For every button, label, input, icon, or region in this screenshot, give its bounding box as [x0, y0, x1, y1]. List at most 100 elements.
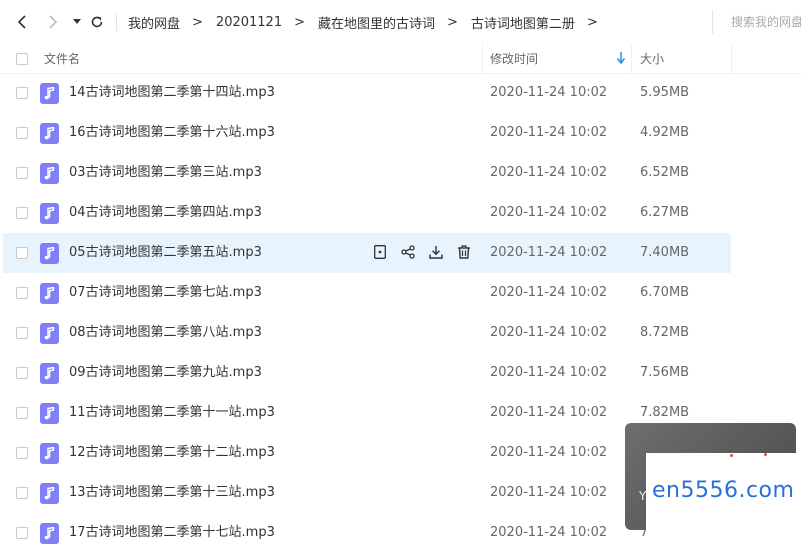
file-size: 6.27MB: [640, 205, 690, 220]
sort-descending-icon[interactable]: [617, 52, 625, 64]
row-checkbox[interactable]: [16, 247, 28, 259]
download-icon: [429, 244, 443, 263]
file-size: 6.52MB: [640, 165, 690, 180]
table-row[interactable]: 16古诗词地图第二季第十六站.mp3 2020-11-24 10:02 4.92MB: [3, 113, 731, 153]
file-date: 2020-11-24 10:02: [490, 445, 608, 460]
row-checkbox[interactable]: [16, 367, 28, 379]
row-checkbox[interactable]: [16, 447, 28, 459]
table-row[interactable]: 08古诗词地图第二季第八站.mp3 2020-11-24 10:02 8.72MB: [3, 313, 731, 353]
row-checkbox[interactable]: [16, 487, 28, 499]
search-box: [712, 10, 801, 34]
preview-button[interactable]: [370, 243, 390, 263]
file-name[interactable]: 16古诗词地图第二季第十六站.mp3: [69, 113, 275, 153]
file-size: 6.70MB: [640, 285, 690, 300]
music-note-icon: [40, 483, 59, 504]
breadcrumb-item[interactable]: 我的网盘: [128, 13, 180, 32]
file-name[interactable]: 07古诗词地图第二季第七站.mp3: [69, 273, 262, 313]
column-divider[interactable]: [731, 44, 732, 73]
file-date: 2020-11-24 10:02: [490, 85, 608, 100]
column-header-date[interactable]: 修改时间: [490, 44, 538, 73]
column-divider[interactable]: [482, 44, 483, 73]
decoration-dot: [764, 453, 767, 456]
row-checkbox[interactable]: [16, 287, 28, 299]
refresh-button[interactable]: [85, 10, 109, 34]
music-note-icon: [40, 363, 59, 384]
row-checkbox[interactable]: [16, 127, 28, 139]
preview-icon: [374, 244, 386, 263]
file-name[interactable]: 14古诗词地图第二季第十四站.mp3: [69, 73, 275, 113]
table-row[interactable]: 13古诗词地图第二季第十三站.mp3 2020-11-24 10:02: [3, 473, 731, 513]
delete-button[interactable]: [454, 243, 474, 263]
file-size: 7.40MB: [640, 245, 690, 260]
file-size: 5.95MB: [640, 85, 690, 100]
row-checkbox[interactable]: [16, 167, 28, 179]
file-date: 2020-11-24 10:02: [490, 325, 608, 340]
forward-button[interactable]: [40, 10, 64, 34]
search-input[interactable]: [731, 15, 801, 29]
decoration-dot: [730, 454, 733, 457]
share-button[interactable]: [398, 243, 418, 263]
column-header-name[interactable]: 文件名: [44, 44, 80, 73]
row-actions: [370, 243, 482, 263]
music-note-icon: [40, 243, 59, 264]
file-date: 2020-11-24 10:02: [490, 285, 608, 300]
file-name[interactable]: 03古诗词地图第二季第三站.mp3: [69, 153, 262, 193]
select-all-checkbox[interactable]: [16, 52, 28, 65]
table-row[interactable]: 14古诗词地图第二季第十四站.mp3 2020-11-24 10:02 5.95MB: [3, 73, 731, 113]
table-row[interactable]: 05古诗词地图第二季第五站.mp3 2020-11-24 10:02 7.40MB: [3, 233, 731, 273]
breadcrumb-item[interactable]: 藏在地图里的古诗词: [318, 13, 435, 32]
table-row[interactable]: 03古诗词地图第二季第三站.mp3 2020-11-24 10:02 6.52MB: [3, 153, 731, 193]
file-name[interactable]: 17古诗词地图第二季第十七站.mp3: [69, 513, 275, 553]
share-icon: [401, 244, 415, 263]
breadcrumb-item-current[interactable]: 古诗词地图第二册: [471, 13, 575, 32]
file-name[interactable]: 09古诗词地图第二季第九站.mp3: [69, 353, 262, 393]
refresh-icon: [91, 16, 103, 28]
file-date: 2020-11-24 10:02: [490, 205, 608, 220]
file-name[interactable]: 08古诗词地图第二季第八站.mp3: [69, 313, 262, 353]
file-date: 2020-11-24 10:02: [490, 365, 608, 380]
file-name[interactable]: 11古诗词地图第二季第十一站.mp3: [69, 393, 275, 433]
row-checkbox[interactable]: [16, 527, 28, 539]
delete-icon: [457, 244, 471, 263]
download-button[interactable]: [426, 243, 446, 263]
file-size: 4.92MB: [640, 125, 690, 140]
chevron-right-icon: [49, 15, 58, 29]
music-note-icon: [40, 403, 59, 424]
column-divider[interactable]: [631, 44, 632, 73]
caret-down-icon: [73, 19, 81, 24]
row-checkbox[interactable]: [16, 87, 28, 99]
row-checkbox[interactable]: [16, 207, 28, 219]
table-row[interactable]: 09古诗词地图第二季第九站.mp3 2020-11-24 10:02 7.56MB: [3, 353, 731, 393]
music-note-icon: [40, 523, 59, 544]
row-checkbox[interactable]: [16, 327, 28, 339]
table-row[interactable]: 17古诗词地图第二季第十七站.mp32020-11-24 10:027.00MB: [3, 513, 731, 553]
table-row[interactable]: 07古诗词地图第二季第七站.mp3 2020-11-24 10:02 6.70MB: [3, 273, 731, 313]
file-name[interactable]: 04古诗词地图第二季第四站.mp3: [69, 193, 262, 233]
file-name[interactable]: 05古诗词地图第二季第五站.mp3: [69, 233, 262, 273]
breadcrumb-separator-icon: >: [586, 14, 598, 30]
select-all-cell: [16, 44, 28, 73]
table-header: 文件名 修改时间 大小: [0, 44, 801, 74]
row-checkbox[interactable]: [16, 407, 28, 419]
column-header-size[interactable]: 大小: [640, 44, 664, 73]
file-name[interactable]: 12古诗词地图第二季第十二站.mp3: [69, 433, 275, 473]
file-date: 2020-11-24 10:02: [490, 485, 608, 500]
chevron-left-icon: [17, 15, 26, 29]
breadcrumb-item[interactable]: 20201121: [216, 15, 282, 30]
back-button[interactable]: [11, 10, 35, 34]
music-note-icon: [40, 83, 59, 104]
music-note-icon: [40, 443, 59, 464]
breadcrumb-separator-icon: >: [192, 14, 203, 30]
file-date: 2020-11-24 10:02: [490, 125, 608, 140]
file-name[interactable]: 13古诗词地图第二季第十三站.mp3: [69, 473, 275, 513]
nav-divider: [116, 13, 117, 31]
file-date: 2020-11-24 10:02: [490, 165, 608, 180]
file-date: 2020-11-24 10:02: [490, 405, 608, 420]
table-row[interactable]: 12古诗词地图第二季第十二站.mp3 2020-11-24 10:02: [3, 433, 731, 473]
table-row[interactable]: 11古诗词地图第二季第十一站.mp3 2020-11-24 10:02 7.82MB: [3, 393, 731, 433]
file-size: 7.56MB: [640, 365, 690, 380]
table-row[interactable]: 04古诗词地图第二季第四站.mp3 2020-11-24 10:02 6.27MB: [3, 193, 731, 233]
music-note-icon: [40, 203, 59, 224]
nav-bar: 我的网盘 > 20201121 > 藏在地图里的古诗词 > 古诗词地图第二册 >: [0, 0, 801, 44]
breadcrumb: 我的网盘 > 20201121 > 藏在地图里的古诗词 > 古诗词地图第二册 >: [128, 0, 611, 44]
